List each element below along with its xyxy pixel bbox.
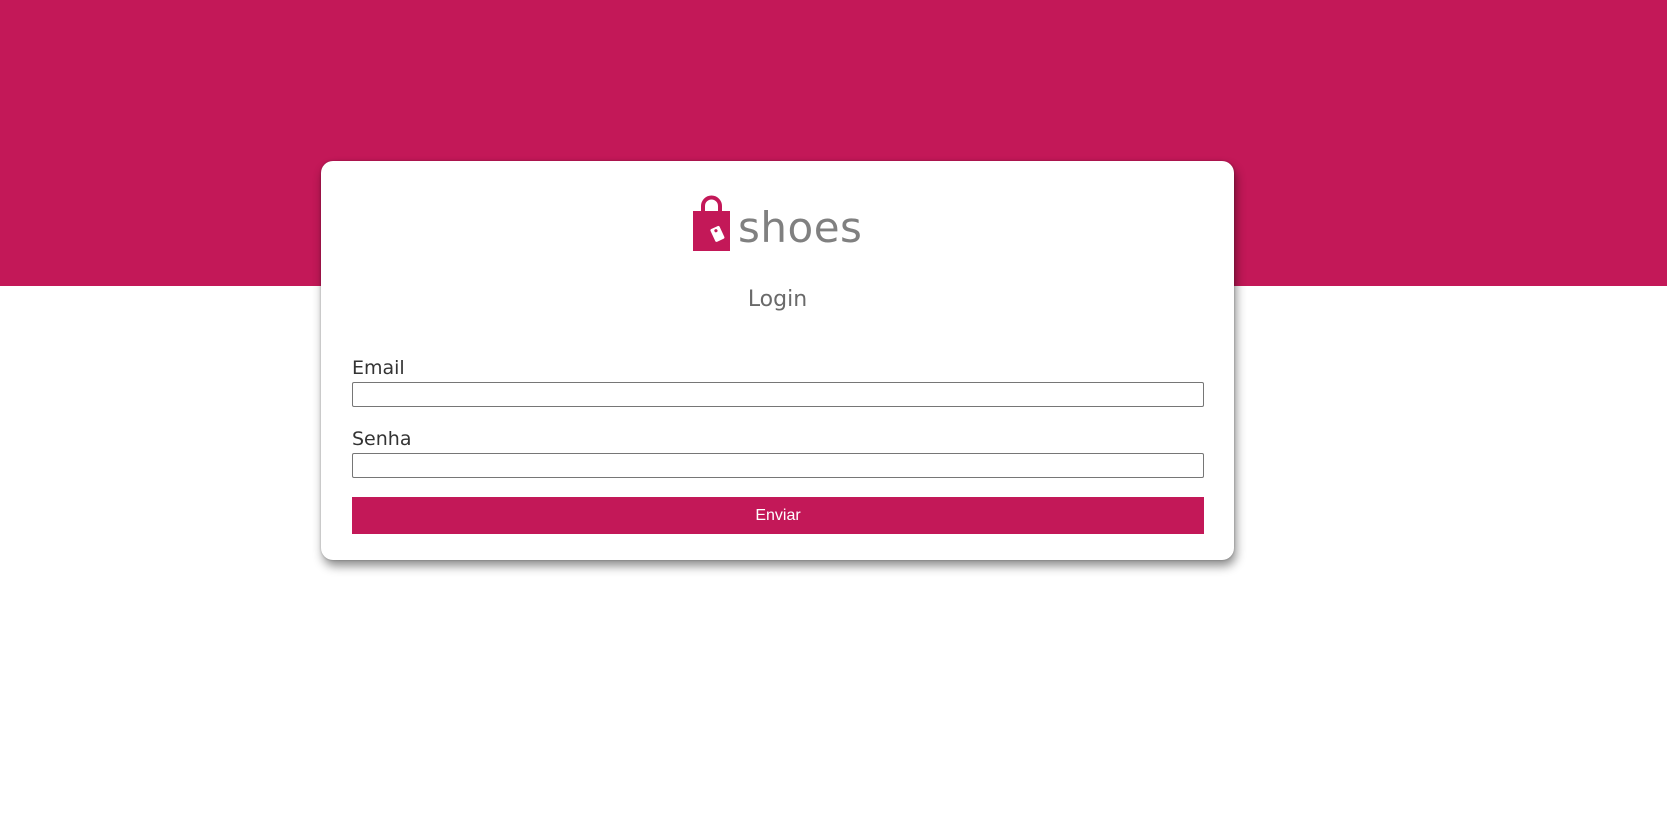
email-label: Email [352, 357, 405, 379]
password-field[interactable] [352, 453, 1204, 478]
submit-button[interactable]: Enviar [352, 497, 1204, 534]
page-title: Login [747, 287, 808, 312]
email-field[interactable] [352, 382, 1204, 407]
login-page: shoes Login Email Senha Enviar [0, 0, 1667, 819]
brand-name: shoes [738, 203, 863, 252]
brand-logo: shoes [693, 195, 862, 251]
login-card: shoes Login Email Senha Enviar [321, 161, 1234, 560]
shopping-bag-icon [693, 195, 730, 251]
password-label: Senha [352, 428, 412, 450]
